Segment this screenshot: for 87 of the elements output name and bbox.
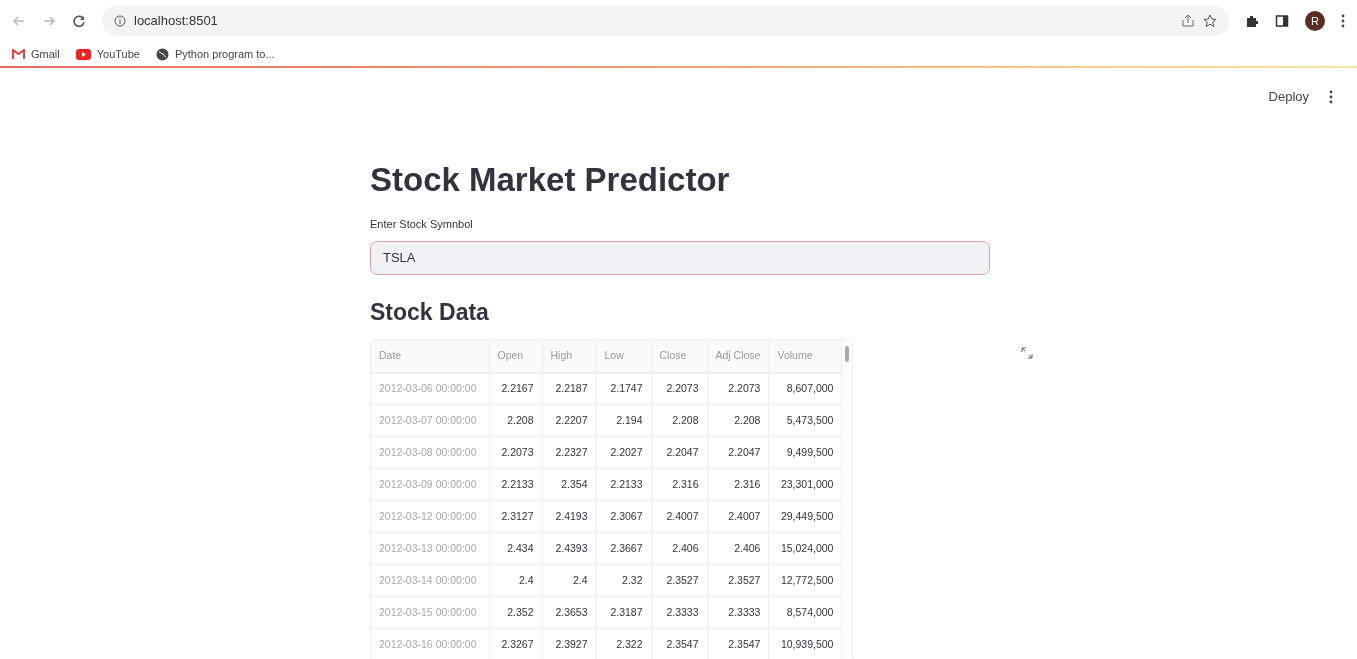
table-cell: 23,301,000	[768, 468, 842, 501]
table-cell: 2.3547	[651, 628, 707, 659]
scrollbar[interactable]	[845, 345, 850, 362]
table-cell: 2.2167	[489, 372, 542, 405]
table-cell: 2.4393	[542, 532, 596, 565]
bookmark-link[interactable]: Gmail	[31, 45, 60, 63]
table-cell: 2.322	[596, 628, 651, 659]
expand-icon[interactable]	[1021, 346, 1034, 359]
table-cell: 2.208	[707, 404, 769, 437]
puzzle-icon[interactable]	[1245, 14, 1259, 28]
table-cell: 2.4193	[542, 500, 596, 533]
table-cell: 2.2187	[542, 372, 596, 405]
table-cell: 2.406	[651, 532, 707, 565]
profile-avatar[interactable]: R	[1305, 11, 1325, 31]
table-cell: 2.194	[596, 404, 651, 437]
table-cell: 2012-03-06 00:00:00	[371, 372, 489, 405]
mail-icon	[12, 49, 25, 59]
url-text: localhost:8501	[134, 12, 218, 31]
more-icon[interactable]	[1341, 14, 1345, 28]
info-icon[interactable]	[114, 15, 126, 27]
table-cell: 2.3527	[651, 564, 707, 597]
table-cell: 2.3333	[707, 596, 769, 629]
bookmark-link[interactable]: YouTube	[96, 45, 140, 63]
deploy-button[interactable]: Deploy	[1268, 87, 1309, 107]
side-panel-icon[interactable]	[1275, 14, 1289, 28]
table-cell: 2.4	[542, 564, 596, 597]
table-cell: 12,772,500	[768, 564, 842, 597]
table-cell: 2.3653	[542, 596, 596, 629]
table-cell: 2012-03-13 00:00:00	[371, 532, 489, 565]
table-cell: 9,499,500	[768, 436, 842, 469]
table-cell: 2.3927	[542, 628, 596, 659]
table-cell: 15,024,000	[768, 532, 842, 565]
table-cell: 2.434	[489, 532, 542, 565]
more-icon[interactable]	[1329, 90, 1333, 104]
table-cell: 2.3267	[489, 628, 542, 659]
table-cell: 8,607,000	[768, 372, 842, 405]
globe-icon	[155, 47, 169, 61]
table-cell: 2.4007	[651, 500, 707, 533]
table-cell: 2012-03-15 00:00:00	[371, 596, 489, 629]
table-cell: 2.2327	[542, 436, 596, 469]
table-cell: 2012-03-08 00:00:00	[371, 436, 489, 469]
bookmark-link[interactable]: Python program to...	[174, 45, 275, 63]
table-cell: 2.406	[707, 532, 769, 565]
table-cell: 2.2047	[651, 436, 707, 469]
table-cell: 2.3667	[596, 532, 651, 565]
table-cell: 2.3547	[707, 628, 769, 659]
table-cell: 2.2133	[596, 468, 651, 501]
table-cell: 2.352	[489, 596, 542, 629]
page-title: Stock Market Predictor	[370, 160, 731, 200]
table-cell: 2.2073	[651, 372, 707, 405]
play-icon	[75, 48, 91, 60]
table-cell: 2.3527	[707, 564, 769, 597]
table-cell: 2.208	[651, 404, 707, 437]
table-cell: 2.4	[489, 564, 542, 597]
symbol-input[interactable]: TSLA	[370, 240, 990, 275]
table-cell: 2.2073	[707, 372, 769, 405]
table-cell: 2.2073	[489, 436, 542, 469]
table-cell: 2.2207	[542, 404, 596, 437]
table-cell: 2.316	[707, 468, 769, 501]
star-icon[interactable]	[1203, 14, 1217, 28]
table-cell: 2.1747	[596, 372, 651, 405]
table-cell: 5,473,500	[768, 404, 842, 437]
table-cell: 2.2027	[596, 436, 651, 469]
address-bar[interactable]: localhost:8501	[102, 6, 1229, 36]
table-cell: 2012-03-16 00:00:00	[371, 628, 489, 659]
table-cell: 2012-03-14 00:00:00	[371, 564, 489, 597]
table-cell: 2.2047	[707, 436, 769, 469]
table-cell: 2.316	[651, 468, 707, 501]
table-cell: 2012-03-12 00:00:00	[371, 500, 489, 533]
share-icon[interactable]	[1181, 14, 1195, 28]
table-cell: 2.32	[596, 564, 651, 597]
table-cell: 8,574,000	[768, 596, 842, 629]
table-cell: 10,939,500	[768, 628, 842, 659]
table-cell: 2.354	[542, 468, 596, 501]
table-cell: 2.208	[489, 404, 542, 437]
table-cell: 2012-03-09 00:00:00	[371, 468, 489, 501]
table-cell: 2.3333	[651, 596, 707, 629]
reload-icon[interactable]	[72, 14, 86, 28]
table-cell: 2.3187	[596, 596, 651, 629]
table-cell: 2.3127	[489, 500, 542, 533]
section-title: Stock Data	[370, 297, 490, 327]
table-cell: 2.3067	[596, 500, 651, 533]
table-cell: 2.2133	[489, 468, 542, 501]
field-label: Enter Stock Symnbol	[370, 217, 474, 232]
table-cell: 2012-03-07 00:00:00	[371, 404, 489, 437]
table-cell: 29,449,500	[768, 500, 842, 533]
table-cell: 2.4007	[707, 500, 769, 533]
